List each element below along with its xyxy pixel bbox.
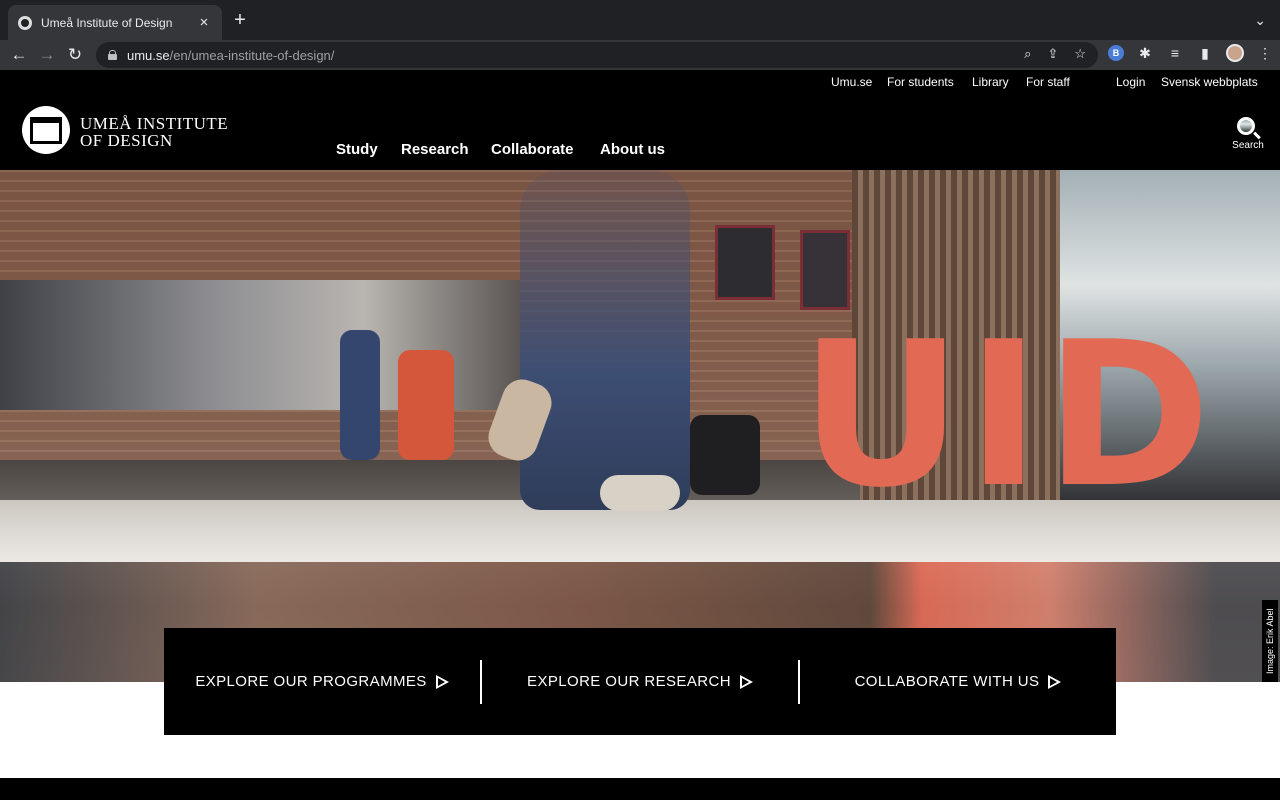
site-logo-text[interactable]: UMEÅ INSTITUTE OF DESIGN (80, 115, 228, 149)
logo-line-1: UMEÅ INSTITUTE (80, 114, 229, 133)
search-button[interactable]: Search (1228, 117, 1268, 151)
image-credit: Image: Erik Abel (1262, 600, 1278, 682)
nav-study[interactable]: Study (336, 141, 378, 158)
search-label: Search (1232, 140, 1264, 151)
person-figure (690, 415, 760, 495)
address-bar[interactable]: umu.se/en/umea-institute-of-design/ ⌕ ⇪ … (96, 42, 1098, 68)
cta-explore-research[interactable]: EXPLORE OUR RESEARCH (482, 628, 798, 735)
building-window (800, 230, 850, 310)
search-icon (1237, 117, 1255, 135)
arrow-right-icon (739, 674, 753, 689)
back-icon[interactable]: ← (8, 44, 30, 66)
person-figure (340, 330, 380, 460)
logo-line-2: OF DESIGN (80, 131, 173, 150)
cta-label: EXPLORE OUR RESEARCH (527, 673, 731, 690)
browser-tab[interactable]: Umeå Institute of Design × (8, 5, 222, 40)
cta-collaborate-with-us[interactable]: COLLABORATE WITH US (800, 628, 1116, 735)
uid-sign: UID (800, 299, 1215, 532)
extensions-icon[interactable]: ✱ (1136, 44, 1154, 62)
cta-label: EXPLORE OUR PROGRAMMES (195, 673, 427, 690)
lock-icon[interactable] (108, 50, 117, 60)
nav-collaborate[interactable]: Collaborate (491, 141, 574, 158)
zoom-icon[interactable]: ⌕ (1024, 46, 1031, 62)
arrow-right-icon (1048, 674, 1062, 689)
shoe (600, 475, 680, 511)
util-link-staff[interactable]: For staff (1026, 75, 1070, 89)
util-link-login[interactable]: Login (1116, 75, 1145, 89)
building-window (715, 225, 775, 300)
cta-label: COLLABORATE WITH US (854, 673, 1040, 690)
close-tab-icon[interactable]: × (196, 14, 212, 31)
nav-about-us[interactable]: About us (600, 141, 665, 158)
new-tab-button[interactable]: + (230, 10, 250, 30)
cta-explore-programmes[interactable]: EXPLORE OUR PROGRAMMES (164, 628, 480, 735)
util-link-students[interactable]: For students (887, 75, 954, 89)
util-link-umu[interactable]: Umu.se (831, 75, 872, 89)
person-figure (398, 350, 454, 460)
forward-icon[interactable]: → (36, 44, 58, 66)
tab-search-chevron-icon[interactable]: ⌄ (1254, 12, 1266, 29)
star-icon[interactable]: ☆ (1074, 46, 1086, 62)
util-link-swedish[interactable]: Svensk webbplats (1161, 75, 1258, 89)
cta-bar: EXPLORE OUR PROGRAMMES EXPLORE OUR RESEA… (164, 628, 1116, 735)
browser-tab-strip: Umeå Institute of Design × + ⌄ (0, 0, 1280, 40)
favicon-icon (18, 15, 32, 30)
website: Umu.se For students Library For staff Lo… (0, 70, 1280, 800)
hero-image: UID Image: Erik Abel (0, 170, 1280, 682)
menu-icon[interactable]: ⋮ (1256, 44, 1274, 62)
arrow-right-icon (435, 674, 449, 689)
media-icon[interactable]: ≡ (1166, 44, 1184, 62)
nav-research[interactable]: Research (401, 141, 469, 158)
browser-toolbar: ← → ↻ umu.se/en/umea-institute-of-design… (0, 40, 1280, 70)
url-host: umu.se (127, 47, 170, 63)
sidepanel-icon[interactable]: ▮ (1196, 44, 1214, 62)
university-seal-logo[interactable] (22, 106, 70, 154)
share-icon[interactable]: ⇪ (1047, 46, 1058, 62)
profile-avatar[interactable] (1226, 44, 1244, 62)
footer-strip (0, 778, 1280, 800)
tab-title: Umeå Institute of Design (41, 15, 173, 30)
util-link-library[interactable]: Library (972, 75, 1009, 89)
reload-icon[interactable]: ↻ (64, 44, 86, 66)
walking-person (520, 170, 690, 510)
url-path: /en/umea-institute-of-design/ (169, 47, 335, 63)
extension-b-icon[interactable]: B (1108, 45, 1124, 61)
